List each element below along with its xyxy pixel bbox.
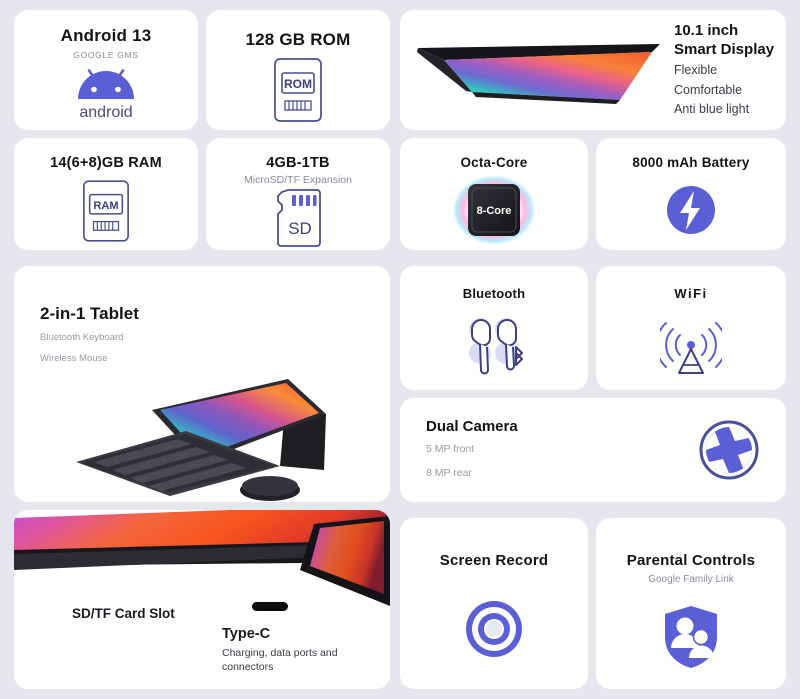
card-sd: 4GB-1TB MicroSD/TF Expansion SD [206, 138, 390, 250]
card-android-title: Android 13 [60, 26, 152, 45]
display-feature-2: Anti blue light [674, 102, 750, 117]
product-feature-board: Android 13 GOOGLE GMS android 128 GB ROM [0, 0, 800, 699]
display-text-block: 10.1 inch Smart Display Flexible Comfort… [664, 22, 786, 117]
display-feature-1: Comfortable [674, 82, 743, 97]
tablet-feature-0: Bluetooth Keyboard [40, 332, 124, 343]
ram-module-icon: RAM [14, 171, 198, 250]
cpu-chip-icon: 8-Core [400, 170, 588, 250]
card-android-subtitle: GOOGLE GMS [73, 50, 139, 60]
ports-label-typec-sub: Charging, data ports and connectors [222, 647, 338, 674]
card-rom: 128 GB ROM ROM [206, 10, 390, 130]
camera-spec-1: 8 MP rear [426, 466, 472, 479]
camera-spec-0: 5 MP front [426, 442, 475, 455]
android-robot-icon: android [14, 60, 198, 130]
display-feature-0: Flexible [674, 63, 718, 78]
card-sd-subtitle: MicroSD/TF Expansion [244, 174, 352, 186]
card-ram-title: 14(6+8)GB RAM [50, 155, 162, 171]
card-tablet: 2-in-1 Tablet Bluetooth Keyboard Wireles… [14, 266, 390, 502]
card-wifi: WiFi [596, 266, 786, 390]
ports-label-sd: SD/TF Card Slot [72, 606, 175, 621]
sd-card-icon: SD [206, 186, 390, 250]
rom-icon-label: ROM [284, 77, 312, 91]
card-camera: Dual Camera 5 MP front 8 MP rear [400, 398, 786, 502]
battery-bolt-icon [596, 170, 786, 250]
card-ram: 14(6+8)GB RAM RAM [14, 138, 198, 250]
card-battery-title: 8000 mAh Battery [632, 155, 750, 170]
card-camera-title: Dual Camera [426, 417, 518, 435]
card-display: 10.1 inch Smart Display Flexible Comfort… [400, 10, 786, 130]
card-android: Android 13 GOOGLE GMS android [14, 10, 198, 130]
ports-label-typec: Type-C [222, 626, 271, 642]
card-wifi-title: WiFi [674, 286, 708, 301]
card-screen-record-title: Screen Record [439, 552, 549, 569]
android-wordmark: android [79, 104, 132, 121]
sd-icon-label: SD [288, 219, 312, 238]
card-cpu: Octa-Core 8-Core [400, 138, 588, 250]
shield-family-icon [596, 585, 786, 689]
tablet-keyboard-mouse-image [74, 344, 390, 502]
card-rom-title: 128 GB ROM [245, 30, 351, 49]
card-tablet-title: 2-in-1 Tablet [40, 304, 139, 323]
card-bluetooth: Bluetooth [400, 266, 588, 390]
card-parental-subtitle: Google Family Link [648, 574, 734, 585]
display-heading-line1: 10.1 inch [674, 22, 739, 40]
display-heading-line2: Smart Display [674, 40, 775, 58]
camera-text-block: Dual Camera 5 MP front 8 MP rear [426, 418, 698, 483]
earbuds-bluetooth-icon [400, 301, 588, 390]
wifi-antenna-icon [596, 301, 786, 390]
card-parental-title: Parental Controls [626, 552, 756, 569]
card-battery: 8000 mAh Battery [596, 138, 786, 250]
cpu-chip-label: 8-Core [477, 205, 512, 217]
card-bluetooth-title: Bluetooth [462, 286, 526, 301]
card-ports: SD/TF Card Slot Type-C Charging, data po… [14, 510, 390, 689]
rom-module-icon: ROM [206, 50, 390, 130]
screen-record-icon [400, 569, 588, 689]
card-parental-controls: Parental Controls Google Family Link [596, 518, 786, 689]
camera-aperture-icon [698, 419, 760, 481]
tablet-display-image [414, 30, 664, 110]
card-cpu-title: Octa-Core [460, 155, 528, 170]
card-sd-title: 4GB-1TB [266, 155, 330, 171]
card-screen-record: Screen Record [400, 518, 588, 689]
ram-icon-label: RAM [93, 200, 118, 212]
